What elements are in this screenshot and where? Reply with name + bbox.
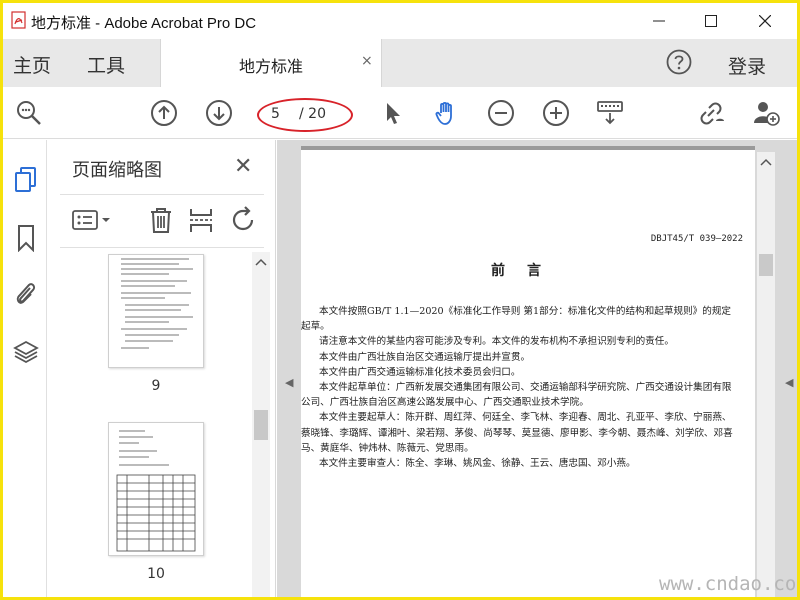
pdf-page: DBJT45/T 039—2022 前言 本文件按照GB/T 1.1—2020《… bbox=[301, 150, 755, 597]
help-icon[interactable] bbox=[666, 49, 692, 75]
tab-home[interactable]: 主页 bbox=[13, 51, 51, 78]
document-scrollbar[interactable] bbox=[757, 152, 775, 597]
close-window-button[interactable] bbox=[742, 3, 788, 39]
page-thumbnails-icon[interactable] bbox=[13, 166, 39, 194]
collapse-right-arrow[interactable]: ◀ bbox=[785, 376, 793, 389]
document-line: 公司、广西壮族自治区高速公路发展中心、广西交通职业技术学院。 bbox=[301, 397, 589, 409]
document-heading: 前言 bbox=[491, 263, 563, 279]
title-bar: 地方标准 - Adobe Acrobat Pro DC bbox=[3, 3, 797, 39]
extract-page-icon[interactable] bbox=[188, 206, 214, 234]
bookmark-icon[interactable] bbox=[13, 224, 39, 252]
previous-page-icon[interactable] bbox=[150, 99, 178, 127]
divider bbox=[60, 194, 264, 195]
scrollbar-thumb[interactable] bbox=[759, 254, 773, 276]
close-icon bbox=[759, 15, 771, 27]
app-window: 地方标准 - Adobe Acrobat Pro DC 主页 工具 地方标准 ×… bbox=[0, 0, 800, 600]
rotate-page-icon[interactable] bbox=[230, 206, 258, 234]
document-code: DBJT45/T 039—2022 bbox=[650, 234, 743, 244]
panel-close-button[interactable]: ✕ bbox=[234, 154, 252, 179]
zoom-in-icon[interactable] bbox=[542, 99, 570, 127]
hand-tool-icon[interactable] bbox=[433, 99, 461, 127]
maximize-button[interactable] bbox=[688, 3, 734, 39]
document-line: 本文件主要起草人：陈开群、周红萍、何廷全、李飞林、李迎春、周北、孔亚平、李欣、宁… bbox=[319, 412, 732, 424]
thumbnail-toolbar bbox=[48, 200, 276, 240]
divider bbox=[60, 247, 264, 248]
delete-page-icon[interactable] bbox=[148, 206, 174, 234]
document-line: 本文件由广西交通运输标准化技术委员会归口。 bbox=[319, 366, 521, 378]
document-body: 本文件按照GB/T 1.1—2020《标准化工作导则 第1部分：标准化文件的结构… bbox=[301, 304, 747, 471]
page-thumbnail-preview bbox=[121, 258, 193, 349]
page-thumbnail[interactable] bbox=[108, 254, 204, 368]
thumbnail-panel: 页面缩略图 ✕ 9 10 bbox=[48, 140, 276, 597]
minimize-icon bbox=[653, 20, 665, 22]
document-line: 起草。 bbox=[301, 321, 330, 333]
scroll-up-icon[interactable] bbox=[760, 158, 772, 166]
thumbnail-page-label: 10 bbox=[147, 566, 165, 582]
thumbnail-page-label: 9 bbox=[151, 378, 161, 394]
minimize-button[interactable] bbox=[636, 3, 682, 39]
share-link-icon[interactable] bbox=[697, 99, 725, 127]
toolbar bbox=[3, 87, 797, 139]
thumbnail-options-icon[interactable] bbox=[72, 208, 112, 234]
document-line: 请注意本文件的某些内容可能涉及专利。本文件的发布机构不承担识别专利的责任。 bbox=[319, 336, 674, 348]
maximize-icon bbox=[705, 15, 717, 27]
zoom-out-icon[interactable] bbox=[487, 99, 515, 127]
window-title: 地方标准 - Adobe Acrobat Pro DC bbox=[31, 15, 257, 32]
tab-document[interactable]: 地方标准 × bbox=[160, 39, 382, 87]
tab-document-label: 地方标准 bbox=[239, 57, 304, 76]
tab-bar: 主页 工具 地方标准 × 登录 bbox=[3, 39, 797, 87]
tab-close-button[interactable]: × bbox=[361, 53, 373, 69]
collapse-left-arrow[interactable]: ◀ bbox=[285, 376, 293, 389]
thumbnail-scrollbar[interactable] bbox=[252, 252, 270, 597]
document-line: 本文件起草单位：广西新发展交通集团有限公司、交通运输部科学研究院、广西交通设计集… bbox=[319, 382, 732, 394]
panel-title: 页面缩略图 bbox=[72, 160, 162, 181]
document-line: 本文件主要审查人：陈全、李琳、姚风金、徐静、王云、唐忠国、邓小燕。 bbox=[319, 458, 636, 470]
layers-icon[interactable] bbox=[13, 338, 39, 366]
scrollbar-thumb[interactable] bbox=[254, 410, 268, 440]
add-user-icon[interactable] bbox=[752, 99, 780, 127]
page-thumbnail-preview bbox=[116, 430, 196, 552]
document-line: 马、黄庭华、钟炜林、陈薇元、党思雨。 bbox=[301, 442, 474, 454]
keyboard-icon[interactable] bbox=[596, 99, 624, 127]
watermark: www.cndao.com bbox=[659, 573, 800, 595]
document-line: 本文件由广西壮族自治区交通运输厅提出并宣贯。 bbox=[319, 351, 531, 363]
document-line: 蔡晓锋、李璐辉、谭湘叶、梁若翔、茅俊、尚琴琴、莫显德、廖甲影、李今朝、聂杰峰、刘… bbox=[301, 427, 733, 439]
tab-tools[interactable]: 工具 bbox=[87, 51, 125, 78]
scroll-up-icon[interactable] bbox=[255, 258, 267, 266]
attachment-icon[interactable] bbox=[13, 280, 39, 308]
page-thumbnail[interactable] bbox=[108, 422, 204, 556]
zoom-search-icon[interactable] bbox=[15, 99, 43, 127]
left-nav-strip bbox=[3, 140, 47, 597]
login-button[interactable]: 登录 bbox=[728, 52, 766, 79]
annotation-ellipse bbox=[257, 98, 353, 132]
acrobat-icon bbox=[11, 11, 26, 29]
document-viewport: ◀ DBJT45/T 039—2022 前言 本文件按照GB/T 1.1—202… bbox=[277, 140, 797, 597]
select-cursor-icon[interactable] bbox=[379, 99, 407, 127]
next-page-icon[interactable] bbox=[205, 99, 233, 127]
document-line: 本文件按照GB/T 1.1—2020《标准化工作导则 第1部分：标准化文件的结构… bbox=[319, 306, 732, 317]
